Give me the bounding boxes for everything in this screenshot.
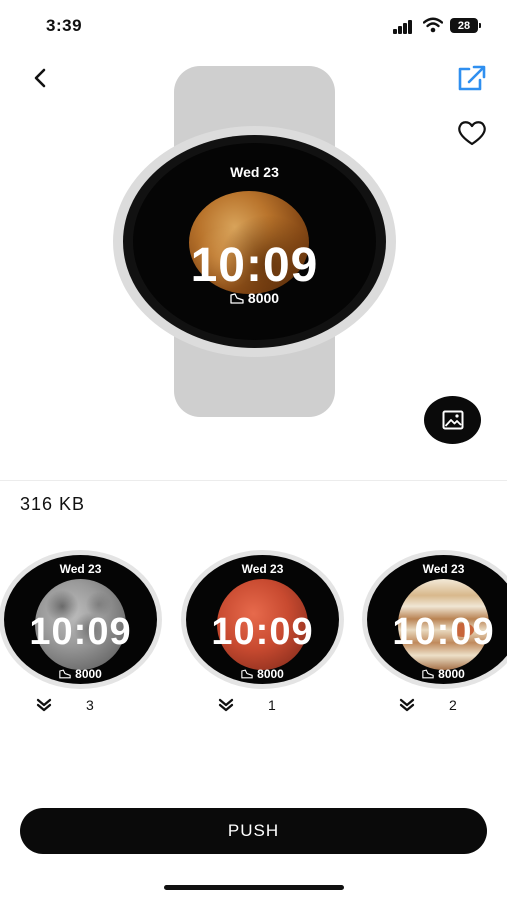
double-chevron-down-icon <box>399 698 415 712</box>
face-date: Wed 23 <box>422 562 465 576</box>
heart-icon[interactable] <box>456 118 488 148</box>
face-time: 10:09 <box>392 611 495 653</box>
watch-face-option-jupiter[interactable]: Wed 23 10:09 8000 <box>362 550 507 689</box>
shoe-icon <box>241 669 253 679</box>
hero-time: 10:09 <box>190 239 319 292</box>
image-icon <box>442 410 463 430</box>
cellular-signal-icon <box>393 20 415 34</box>
shoe-icon <box>422 669 434 679</box>
hero-steps-value: 8000 <box>247 290 280 306</box>
face-download-count: 1 <box>218 697 276 713</box>
face-time: 10:09 <box>29 611 132 653</box>
external-link-icon[interactable] <box>455 64 487 94</box>
double-chevron-down-icon <box>36 698 52 712</box>
push-button[interactable]: PUSH <box>20 808 487 854</box>
face-download-count: 2 <box>399 697 457 713</box>
change-image-button[interactable] <box>424 396 481 444</box>
wifi-icon <box>423 17 443 33</box>
face-date: Wed 23 <box>241 562 284 576</box>
hero-steps: 8000 <box>133 290 376 306</box>
face-steps: 8000 <box>0 667 162 681</box>
hero-date: Wed 23 <box>230 164 279 180</box>
battery-indicator: 28 <box>450 18 481 33</box>
face-steps: 8000 <box>181 667 344 681</box>
shoe-icon <box>230 292 244 304</box>
status-time: 3:39 <box>46 16 83 35</box>
watch-face-option-moon[interactable]: Wed 23 10:09 8000 <box>0 550 162 689</box>
back-chevron-icon[interactable] <box>30 66 50 90</box>
face-date: Wed 23 <box>59 562 102 576</box>
shoe-icon <box>59 669 71 679</box>
home-indicator <box>164 885 344 890</box>
double-chevron-down-icon <box>218 698 234 712</box>
face-steps: 8000 <box>362 667 507 681</box>
face-time: 10:09 <box>211 611 314 653</box>
divider <box>0 480 507 481</box>
watch-face-option-mars[interactable]: Wed 23 10:09 8000 <box>181 550 344 689</box>
face-download-count: 3 <box>36 697 94 713</box>
file-size-label: 316 KB <box>20 494 86 514</box>
